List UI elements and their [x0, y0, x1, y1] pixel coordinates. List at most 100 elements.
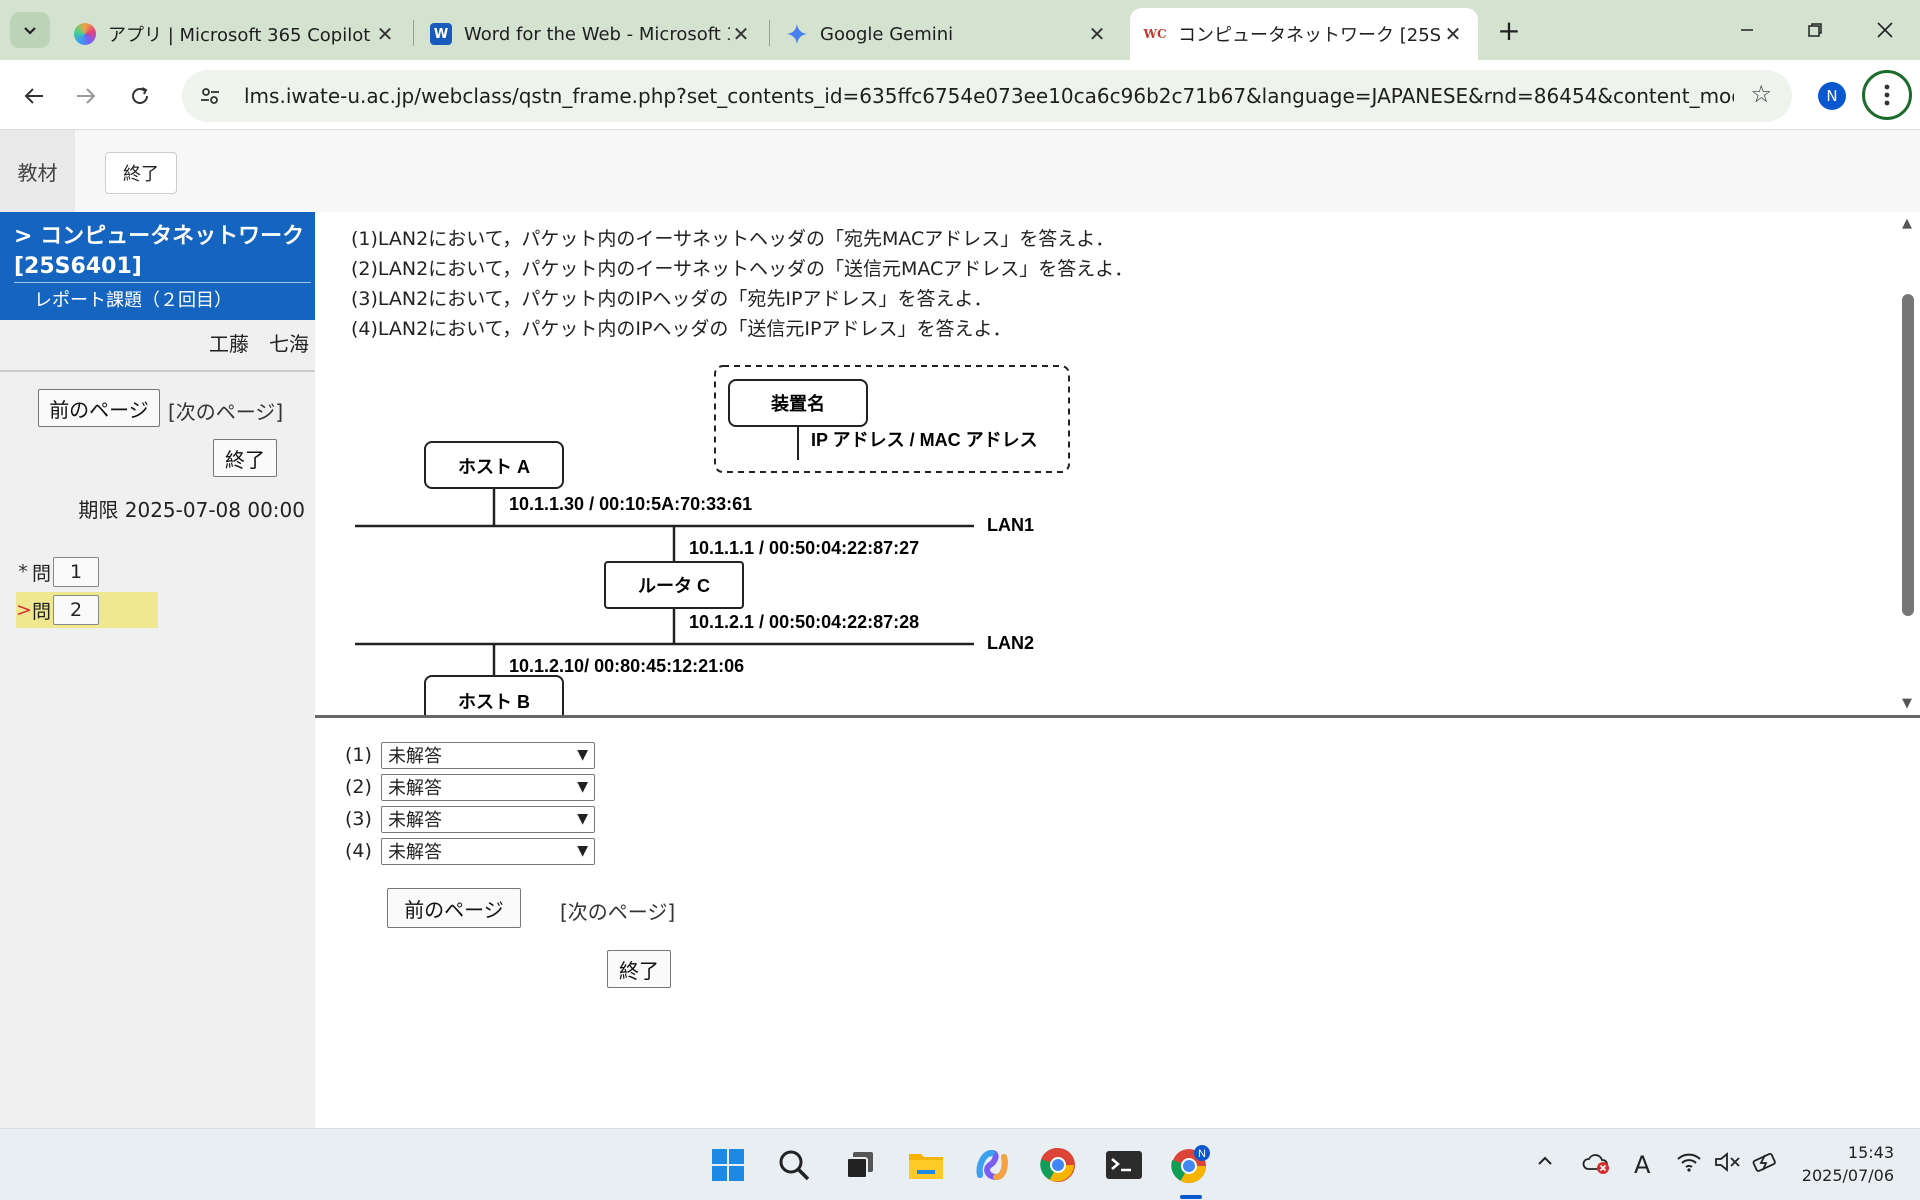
network-diagram: 装置名 IP アドレス / MAC アドレス ホスト A 10.1.1.30 /… — [355, 365, 1070, 715]
start-button[interactable] — [706, 1143, 750, 1187]
tab-webclass[interactable]: WC コンピュータネットワーク [25S6401] - ✕ — [1130, 8, 1478, 60]
answer-row: (2) 未解答 ▼ — [345, 773, 595, 801]
lan1-label: LAN1 — [987, 515, 1034, 535]
lan2-label: LAN2 — [987, 633, 1034, 653]
minimize-icon — [1741, 29, 1753, 31]
tab-title: アプリ | Microsoft 365 Copilot — [108, 25, 371, 46]
question-label: 問 — [32, 562, 52, 585]
question-nav-item-current: > 問 2 — [16, 592, 158, 628]
answer-label: (1) — [345, 744, 372, 766]
chevron-down-icon: ▼ — [577, 747, 588, 763]
reload-button[interactable] — [120, 76, 160, 116]
terminal-button[interactable] — [1102, 1143, 1146, 1187]
prev-page-button[interactable]: 前のページ — [387, 888, 521, 928]
question-line: (2)LAN2において，パケット内のイーサネットヘッダの「送信元MACアドレス」… — [351, 258, 1134, 280]
chevron-down-icon — [24, 27, 36, 35]
url-text: lms.iwate-u.ac.jp/webclass/qstn_frame.ph… — [244, 84, 1734, 108]
task-view-button[interactable] — [838, 1143, 882, 1187]
chrome-icon: N — [1171, 1145, 1210, 1183]
more-vertical-icon — [1884, 84, 1890, 106]
close-icon[interactable]: ✕ — [1086, 22, 1108, 46]
end-button[interactable]: 終了 — [607, 950, 671, 988]
deadline: 期限 2025-07-08 00:00 — [78, 498, 305, 522]
copilot-app-button[interactable] — [970, 1143, 1014, 1187]
back-button[interactable] — [14, 76, 54, 116]
close-icon — [1877, 22, 1893, 38]
question-nav-item: * 問 1 — [16, 554, 100, 590]
course-title[interactable]: > コンピュータネットワーク [25S6401] — [14, 222, 309, 282]
chrome-profile-button[interactable]: N — [1168, 1143, 1212, 1187]
address-bar[interactable]: lms.iwate-u.ac.jp/webclass/qstn_frame.ph… — [182, 70, 1792, 122]
materials-tab[interactable]: 教材 — [0, 130, 75, 212]
question-2-button[interactable]: 2 — [53, 595, 100, 625]
answer-2-select[interactable]: 未解答 ▼ — [381, 773, 595, 801]
site-info-icon[interactable] — [190, 76, 230, 116]
onedrive-error-icon[interactable] — [1582, 1151, 1610, 1180]
scroll-up-icon[interactable]: ▲ — [1902, 216, 1912, 231]
close-icon[interactable]: ✕ — [1442, 22, 1464, 46]
battery-icon[interactable] — [1752, 1151, 1780, 1178]
search-button[interactable] — [772, 1143, 816, 1187]
restore-icon — [1808, 23, 1822, 37]
question-1-button[interactable]: 1 — [53, 557, 100, 587]
chevron-down-icon: ▼ — [577, 779, 588, 795]
ime-indicator[interactable]: A — [1634, 1151, 1650, 1179]
tab-copilot[interactable]: アプリ | Microsoft 365 Copilot ✕ — [60, 8, 410, 60]
router-c-label: ルータ C — [638, 576, 710, 596]
tray-overflow-icon[interactable] — [1536, 1151, 1554, 1175]
select-value: 未解答 — [388, 810, 442, 831]
sidebar-prev-page-button[interactable]: 前のページ — [38, 389, 160, 427]
tab-word[interactable]: W Word for the Web - Microsoft 3 ✕ — [416, 8, 766, 60]
current-question-arrow: > — [16, 599, 32, 621]
question-line: (3)LAN2において，パケット内のIPヘッダの「宛先IPアドレス」を答えよ． — [351, 288, 993, 310]
answer-4-select[interactable]: 未解答 ▼ — [381, 837, 595, 865]
tab-title: Google Gemini — [820, 23, 954, 45]
word-icon: W — [430, 23, 452, 45]
tab-gemini[interactable]: Google Gemini ✕ — [772, 8, 1122, 60]
close-icon[interactable]: ✕ — [374, 22, 396, 46]
answer-area: (1) 未解答 ▼ (2) 未解答 ▼ (3) 未解答 ▼ (4) 未解答 ▼ … — [315, 718, 1920, 1128]
student-name: 工藤 七海 — [209, 332, 309, 356]
answer-row: (3) 未解答 ▼ — [345, 805, 595, 833]
host-b-address: 10.1.2.10/ 00:80:45:12:21:06 — [509, 656, 744, 676]
arrow-left-icon — [24, 88, 43, 104]
question-label: 問 — [32, 600, 52, 623]
question-frame: (1)LAN2において，パケット内のイーサネットヘッダの「宛先MACアドレス」を… — [315, 212, 1920, 715]
minimize-button[interactable] — [1722, 10, 1772, 50]
tab-strip: アプリ | Microsoft 365 Copilot ✕ W Word for… — [0, 0, 1920, 60]
question-text: (1)LAN2において，パケット内のイーサネットヘッダの「宛先MACアドレス」を… — [351, 224, 1133, 344]
clock-date: 2025/07/06 — [1801, 1166, 1894, 1185]
question-status-mark: * — [18, 561, 28, 583]
profile-avatar[interactable]: N — [1818, 82, 1846, 110]
svg-text:N: N — [1198, 1148, 1206, 1160]
new-tab-button[interactable]: + — [1484, 10, 1534, 50]
page-header: 教材 終了 — [0, 130, 1920, 212]
browser-menu-button[interactable] — [1862, 70, 1912, 120]
sidebar-end-button[interactable]: 終了 — [213, 439, 277, 477]
volume-muted-icon[interactable] — [1714, 1151, 1742, 1178]
file-explorer-button[interactable] — [904, 1143, 948, 1187]
scroll-down-icon[interactable]: ▼ — [1902, 696, 1912, 711]
wifi-icon[interactable] — [1676, 1151, 1702, 1178]
host-a-address: 10.1.1.30 / 00:10:5A:70:33:61 — [509, 494, 752, 514]
question-scrollbar[interactable]: ▲ ▼ — [1898, 212, 1920, 715]
window-close-button[interactable] — [1860, 10, 1910, 50]
header-end-button[interactable]: 終了 — [105, 152, 177, 194]
select-value: 未解答 — [388, 778, 442, 799]
legend-address-label: IP アドレス / MAC アドレス — [811, 430, 1038, 450]
bookmark-star-icon[interactable]: ☆ — [1750, 80, 1772, 108]
forward-button[interactable] — [66, 76, 106, 116]
answer-1-select[interactable]: 未解答 ▼ — [381, 741, 595, 769]
host-a-label: ホスト A — [458, 457, 530, 477]
clock-time: 15:43 — [1847, 1143, 1894, 1162]
search-icon — [779, 1150, 810, 1181]
scrollbar-thumb[interactable] — [1902, 294, 1914, 616]
restore-button[interactable] — [1790, 10, 1840, 50]
answer-3-select[interactable]: 未解答 ▼ — [381, 805, 595, 833]
chrome-button[interactable] — [1036, 1143, 1080, 1187]
clock[interactable]: 15:43 2025/07/06 — [1802, 1141, 1894, 1187]
close-icon[interactable]: ✕ — [730, 22, 752, 46]
course-header: > コンピュータネットワーク [25S6401] レポート課題（２回目） — [0, 212, 315, 320]
webclass-icon: WC — [1143, 27, 1167, 41]
tab-search-button[interactable] — [10, 12, 50, 48]
